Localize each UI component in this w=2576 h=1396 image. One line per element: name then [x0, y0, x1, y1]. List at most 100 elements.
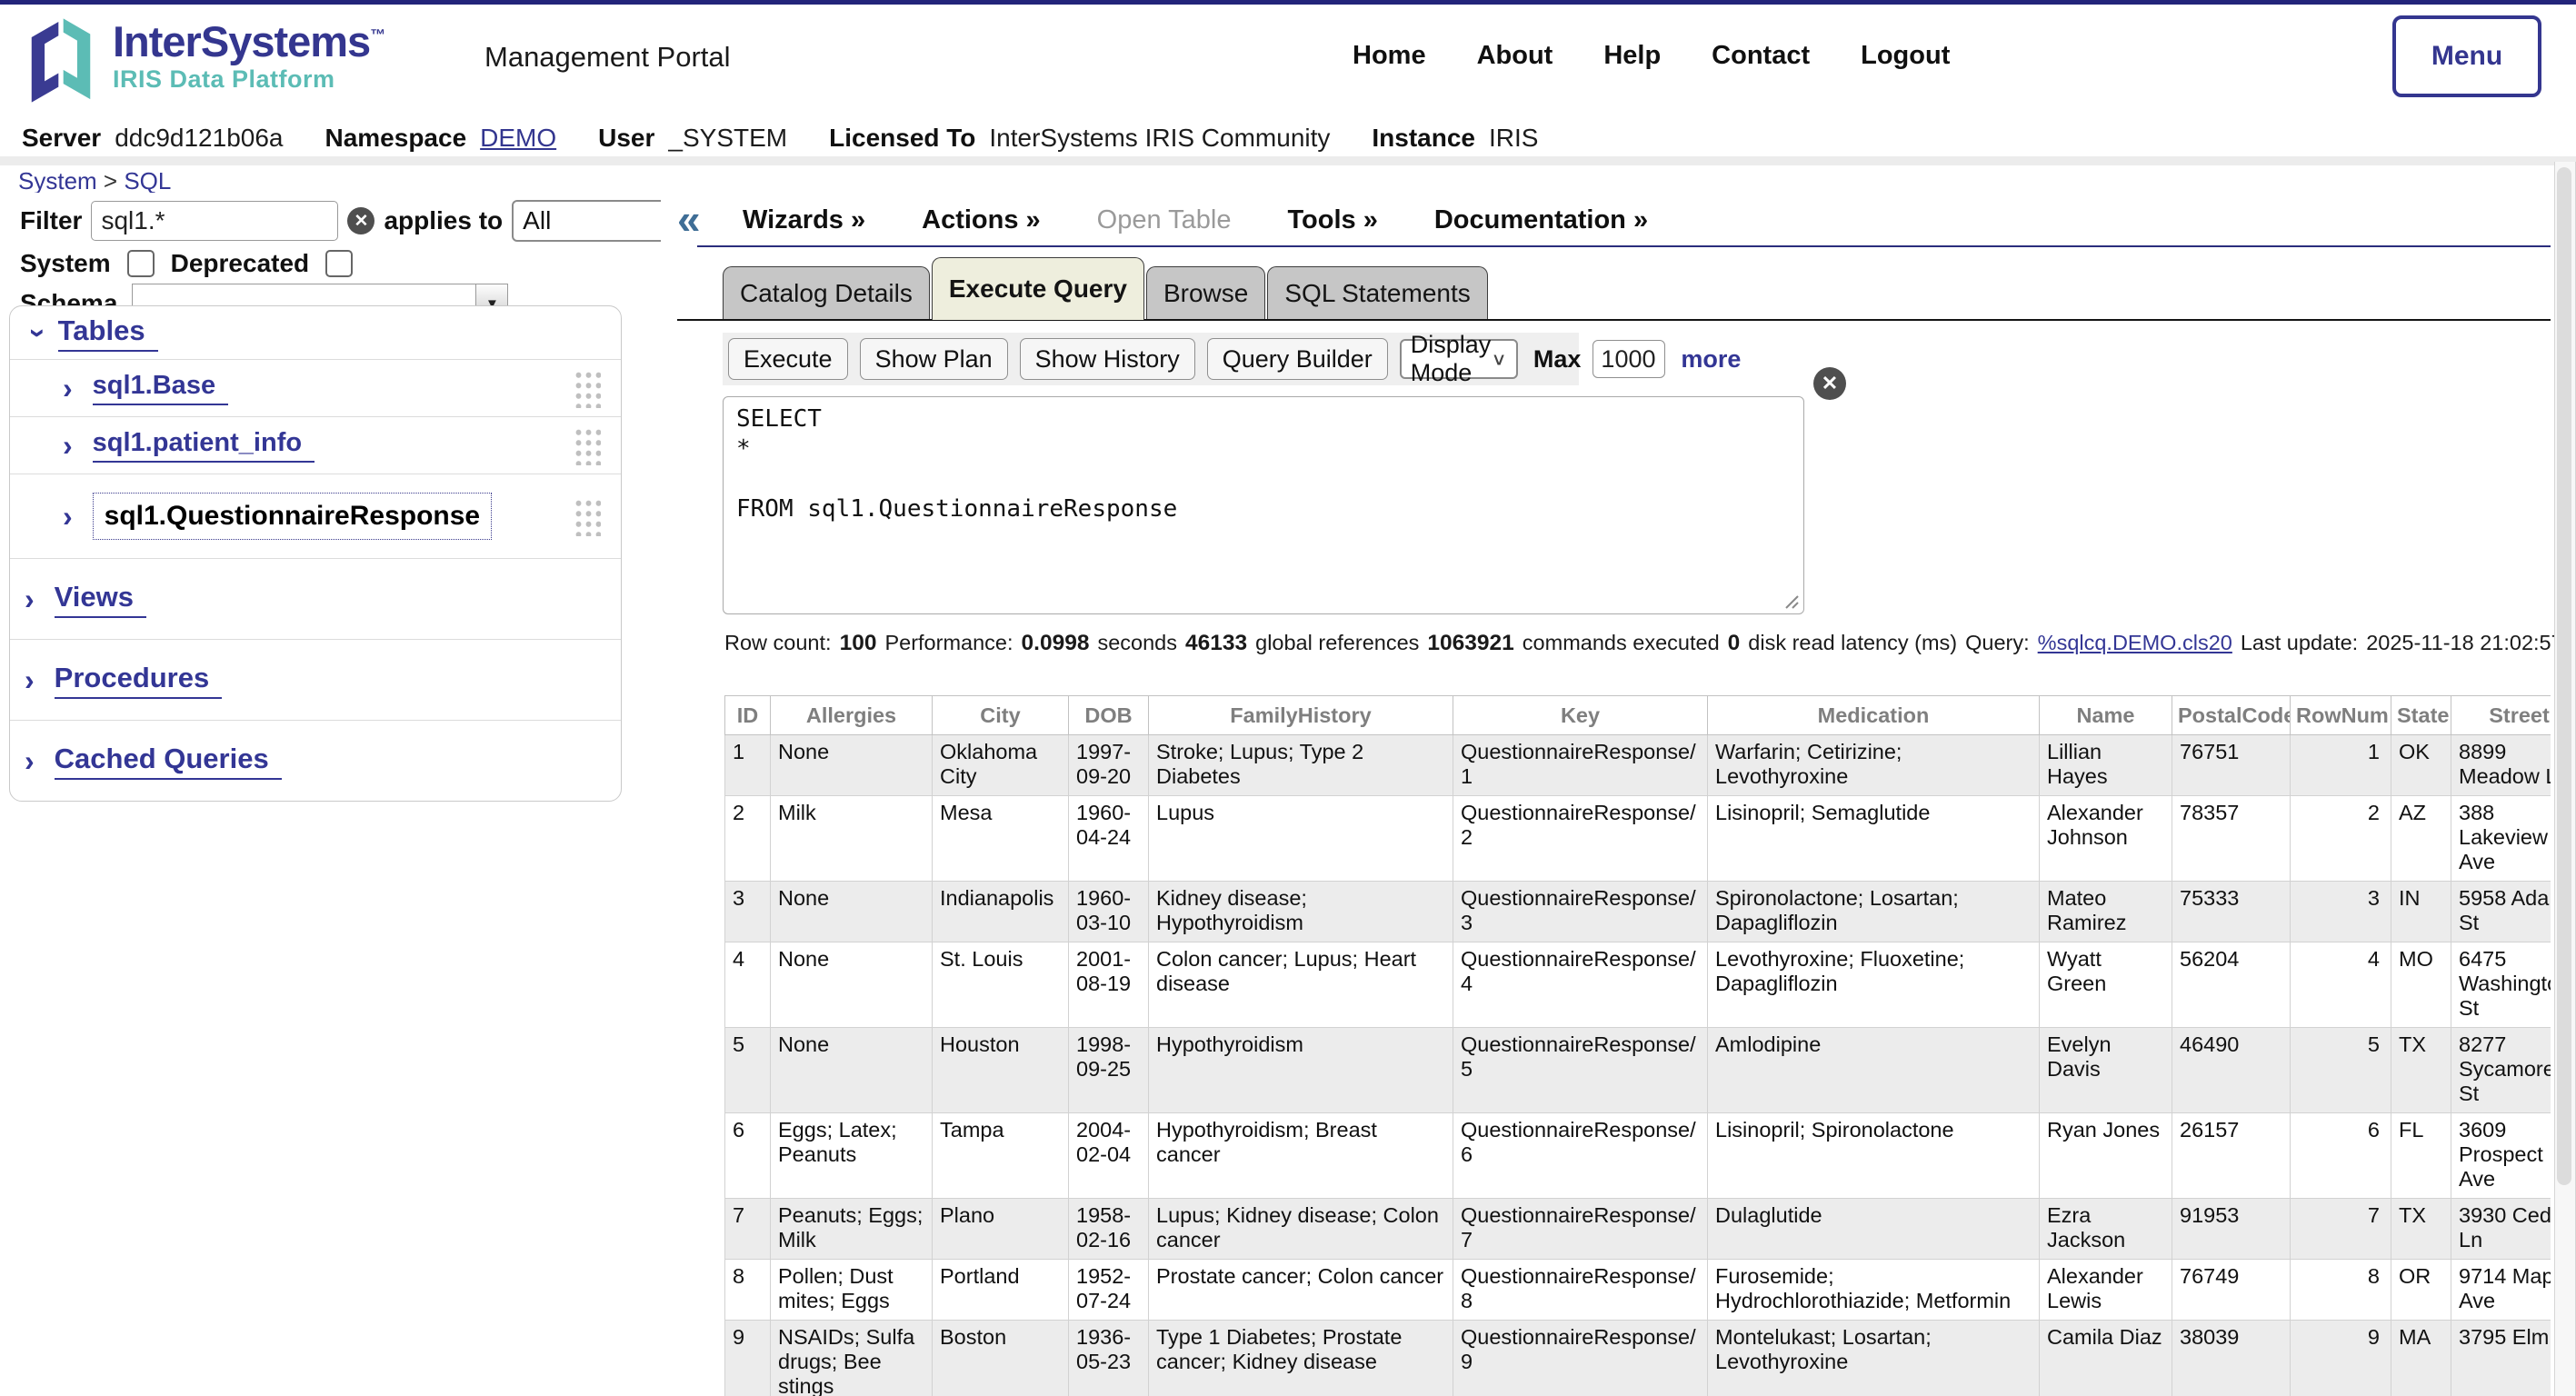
- cell: Houston: [933, 1028, 1069, 1113]
- breadcrumb-sql[interactable]: SQL: [124, 167, 171, 194]
- tree-item-sql1-questionnaireresponse[interactable]: › sql1.QuestionnaireResponse: [10, 474, 621, 558]
- cell: QuestionnaireResponse/8: [1453, 1260, 1708, 1321]
- header: InterSystems™ IRIS Data Platform Managem…: [0, 5, 2576, 120]
- cell: Alexander Johnson: [2040, 796, 2172, 882]
- cell: Alexander Lewis: [2040, 1260, 2172, 1321]
- nav-about[interactable]: About: [1477, 41, 1553, 71]
- display-mode-select[interactable]: Display Mode ∨: [1400, 339, 1518, 379]
- nav-home[interactable]: Home: [1353, 41, 1426, 71]
- drag-handle-icon[interactable]: [572, 496, 601, 536]
- disk-latency-value: 0: [1728, 631, 1741, 656]
- drag-handle-icon[interactable]: [572, 368, 601, 408]
- licensed-value: InterSystems IRIS Community: [989, 124, 1330, 153]
- intersystems-logo-icon: [22, 14, 100, 108]
- deprecated-checkbox[interactable]: [325, 250, 353, 277]
- collapse-sidebar-icon[interactable]: «: [677, 198, 701, 240]
- clear-query-icon[interactable]: ✕: [1813, 367, 1846, 400]
- cell: None: [771, 882, 933, 942]
- tree-item-sql1-patient-info[interactable]: › sql1.patient_info: [10, 416, 621, 474]
- cell: 5: [2291, 1028, 2391, 1113]
- cell: None: [771, 735, 933, 796]
- cell: 3795 Elm St: [2451, 1321, 2551, 1396]
- tab-browse[interactable]: Browse: [1146, 266, 1265, 320]
- column-header-dob: DOB: [1069, 696, 1149, 735]
- cell: QuestionnaireResponse/9: [1453, 1321, 1708, 1396]
- query-toolbar: Execute Show Plan Show History Query Bui…: [723, 333, 1579, 385]
- cell: 9: [725, 1321, 771, 1396]
- execute-button[interactable]: Execute: [728, 338, 848, 380]
- open-table-menu: Open Table: [1097, 205, 1232, 235]
- logo-subtitle: IRIS Data Platform: [113, 65, 384, 94]
- system-checkbox[interactable]: [127, 250, 155, 277]
- chevron-right-icon: ›: [63, 429, 73, 463]
- nav-help[interactable]: Help: [1603, 41, 1661, 71]
- wizards-menu[interactable]: Wizards »: [743, 205, 865, 235]
- cached-queries-section-link[interactable]: Cached Queries: [55, 743, 282, 780]
- display-mode-value: Display Mode: [1411, 331, 1492, 387]
- namespace-link[interactable]: DEMO: [480, 124, 556, 153]
- sql-query-textarea[interactable]: SELECT * FROM sql1.QuestionnaireResponse: [723, 396, 1804, 614]
- breadcrumb-system[interactable]: System: [18, 167, 97, 194]
- tools-menu[interactable]: Tools »: [1287, 205, 1377, 235]
- tree-section-cached-queries[interactable]: › Cached Queries: [10, 720, 621, 801]
- query-class-link[interactable]: %sqlcq.DEMO.cls20: [2038, 631, 2232, 655]
- selected-table-link[interactable]: sql1.QuestionnaireResponse: [93, 493, 492, 540]
- cell: Montelukast; Losartan; Levothyroxine: [1708, 1321, 2040, 1396]
- vertical-scrollbar[interactable]: [2554, 162, 2576, 1396]
- filter-checkboxes-row: System Deprecated: [20, 249, 353, 278]
- menubar-underline: [697, 245, 2551, 247]
- tab-catalog-details[interactable]: Catalog Details: [723, 266, 930, 320]
- cell: 3930 Cedar Ln: [2451, 1199, 2551, 1260]
- column-header-street: Street: [2451, 696, 2551, 735]
- query-builder-button[interactable]: Query Builder: [1207, 338, 1388, 380]
- show-plan-button[interactable]: Show Plan: [860, 338, 1008, 380]
- server-info-bar: Server ddc9d121b06a Namespace DEMO User …: [22, 120, 1538, 156]
- actions-menu[interactable]: Actions »: [922, 205, 1041, 235]
- column-header-id: ID: [725, 696, 771, 735]
- max-input[interactable]: [1593, 340, 1665, 378]
- cell: 9714 Maple Ave: [2451, 1260, 2551, 1321]
- tree-section-tables[interactable]: › Tables: [10, 306, 621, 359]
- clear-filter-icon[interactable]: ✕: [347, 207, 374, 234]
- cell: QuestionnaireResponse/2: [1453, 796, 1708, 882]
- show-history-button[interactable]: Show History: [1020, 338, 1195, 380]
- cell: Hypothyroidism: [1149, 1028, 1453, 1113]
- filter-input[interactable]: [91, 201, 338, 241]
- resize-handle-icon[interactable]: [1782, 593, 1799, 609]
- cell: 1960-04-24: [1069, 796, 1149, 882]
- performance-value: 0.0998: [1022, 631, 1090, 656]
- user-pair: User _SYSTEM: [598, 124, 787, 153]
- last-update-value: 2025-11-18 21:02:57.764: [2366, 631, 2576, 655]
- tab-execute-query[interactable]: Execute Query: [932, 257, 1144, 320]
- cell: 6: [2291, 1113, 2391, 1199]
- nav-logout[interactable]: Logout: [1861, 41, 1950, 71]
- table-link[interactable]: sql1.patient_info: [93, 428, 315, 463]
- cell: Type 1 Diabetes; Prostate cancer; Kidney…: [1149, 1321, 1453, 1396]
- more-link[interactable]: more: [1681, 345, 1741, 374]
- tree-section-views[interactable]: › Views: [10, 558, 621, 639]
- table-link[interactable]: sql1.Base: [93, 371, 228, 405]
- cell: 1958-02-16: [1069, 1199, 1149, 1260]
- cell: 56204: [2172, 942, 2291, 1028]
- cell: Plano: [933, 1199, 1069, 1260]
- scrollbar-thumb[interactable]: [2557, 167, 2571, 1185]
- row-count-value: 100: [840, 631, 877, 656]
- table-row: 8Pollen; Dust mites; EggsPortland1952-07…: [725, 1260, 2551, 1321]
- system-checkbox-label: System: [20, 249, 111, 278]
- tab-sql-statements[interactable]: SQL Statements: [1267, 266, 1487, 320]
- namespace-pair: Namespace DEMO: [324, 124, 556, 153]
- tree-item-sql1-base[interactable]: › sql1.Base: [10, 359, 621, 416]
- tables-section-link[interactable]: Tables: [58, 314, 158, 352]
- menu-button[interactable]: Menu: [2392, 15, 2541, 97]
- cell: 3: [2291, 882, 2391, 942]
- procedures-section-link[interactable]: Procedures: [55, 662, 223, 699]
- views-section-link[interactable]: Views: [55, 581, 146, 618]
- cell: Tampa: [933, 1113, 1069, 1199]
- tree-section-procedures[interactable]: › Procedures: [10, 639, 621, 720]
- drag-handle-icon[interactable]: [572, 425, 601, 465]
- documentation-menu[interactable]: Documentation »: [1434, 205, 1648, 235]
- server-value: ddc9d121b06a: [115, 124, 283, 153]
- cell: Amlodipine: [1708, 1028, 2040, 1113]
- cell: TX: [2391, 1199, 2451, 1260]
- nav-contact[interactable]: Contact: [1712, 41, 1810, 71]
